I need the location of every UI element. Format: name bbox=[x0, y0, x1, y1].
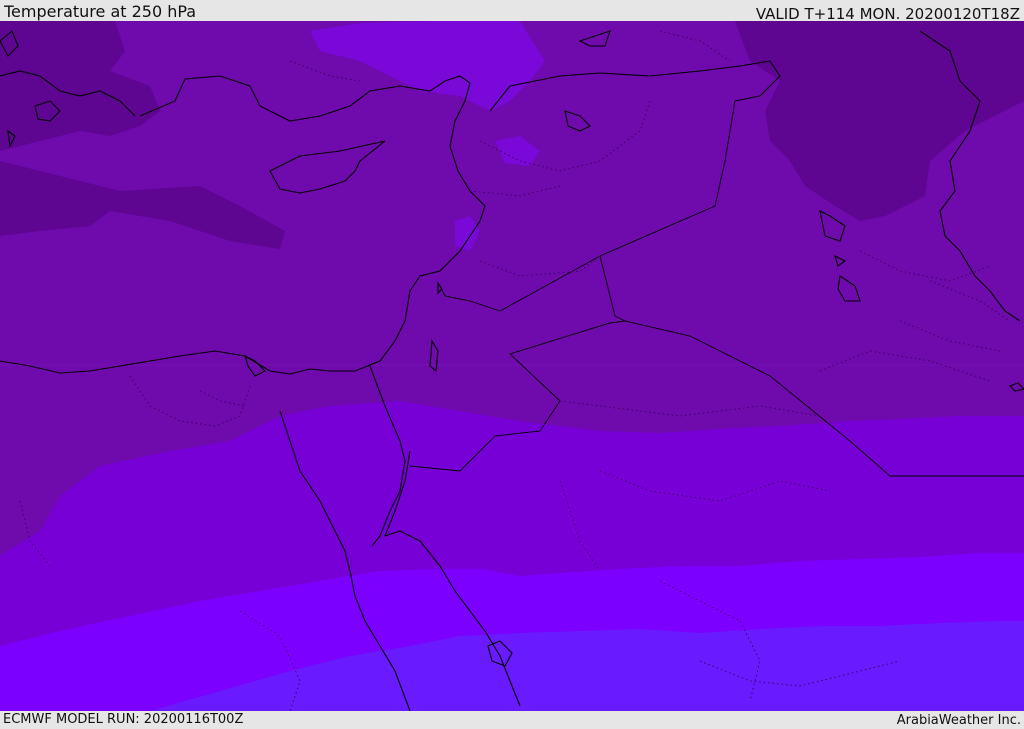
header-bar: Temperature at 250 hPa VALID T+114 MON. … bbox=[0, 0, 1024, 23]
footer-bar: ECMWF MODEL RUN: 20200116T00Z ArabiaWeat… bbox=[0, 711, 1024, 729]
valid-time: VALID T+114 MON. 20200120T18Z bbox=[755, 5, 1020, 23]
map-title: Temperature at 250 hPa bbox=[4, 2, 197, 21]
credit: ArabiaWeather Inc. bbox=[896, 713, 1021, 728]
model-run: ECMWF MODEL RUN: 20200116T00Z bbox=[3, 712, 244, 727]
map-canvas bbox=[0, 21, 1024, 711]
temperature-map bbox=[0, 21, 1024, 711]
